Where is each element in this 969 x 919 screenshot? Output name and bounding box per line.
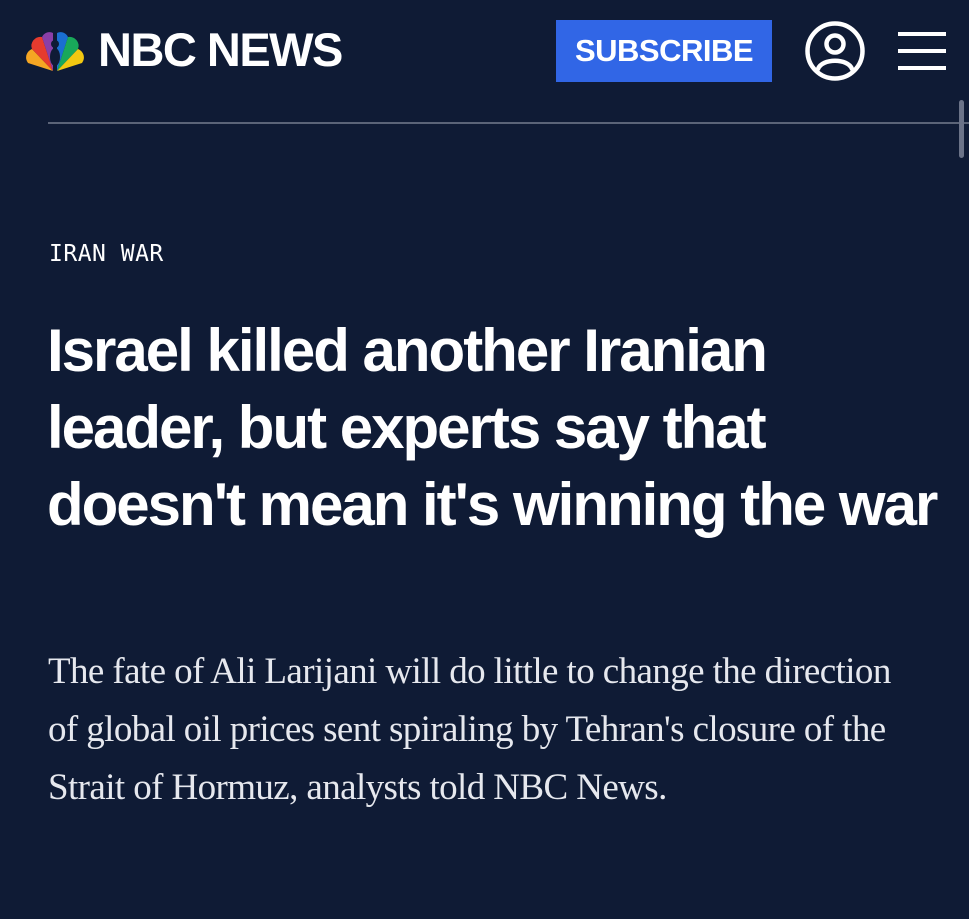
article-headline: Israel killed another Iranian leader, bu… — [47, 317, 938, 538]
scrollbar-thumb[interactable] — [959, 100, 964, 158]
subscribe-button[interactable]: SUBSCRIBE — [556, 20, 772, 82]
brand-wordmark: NBC NEWS — [98, 23, 343, 76]
nbc-news-logo-link[interactable]: NBC NEWS — [22, 23, 343, 76]
section-kicker-link[interactable]: IRAN WAR — [49, 241, 164, 267]
hamburger-menu-icon[interactable] — [898, 30, 946, 72]
article-dek: The fate of Ali Larijani will do little … — [48, 651, 891, 808]
peacock-icon — [26, 32, 84, 71]
user-circle-icon[interactable] — [804, 20, 866, 82]
site-header: NBC NEWS SUBSCRIBE — [0, 0, 969, 124]
header-divider — [48, 122, 969, 124]
